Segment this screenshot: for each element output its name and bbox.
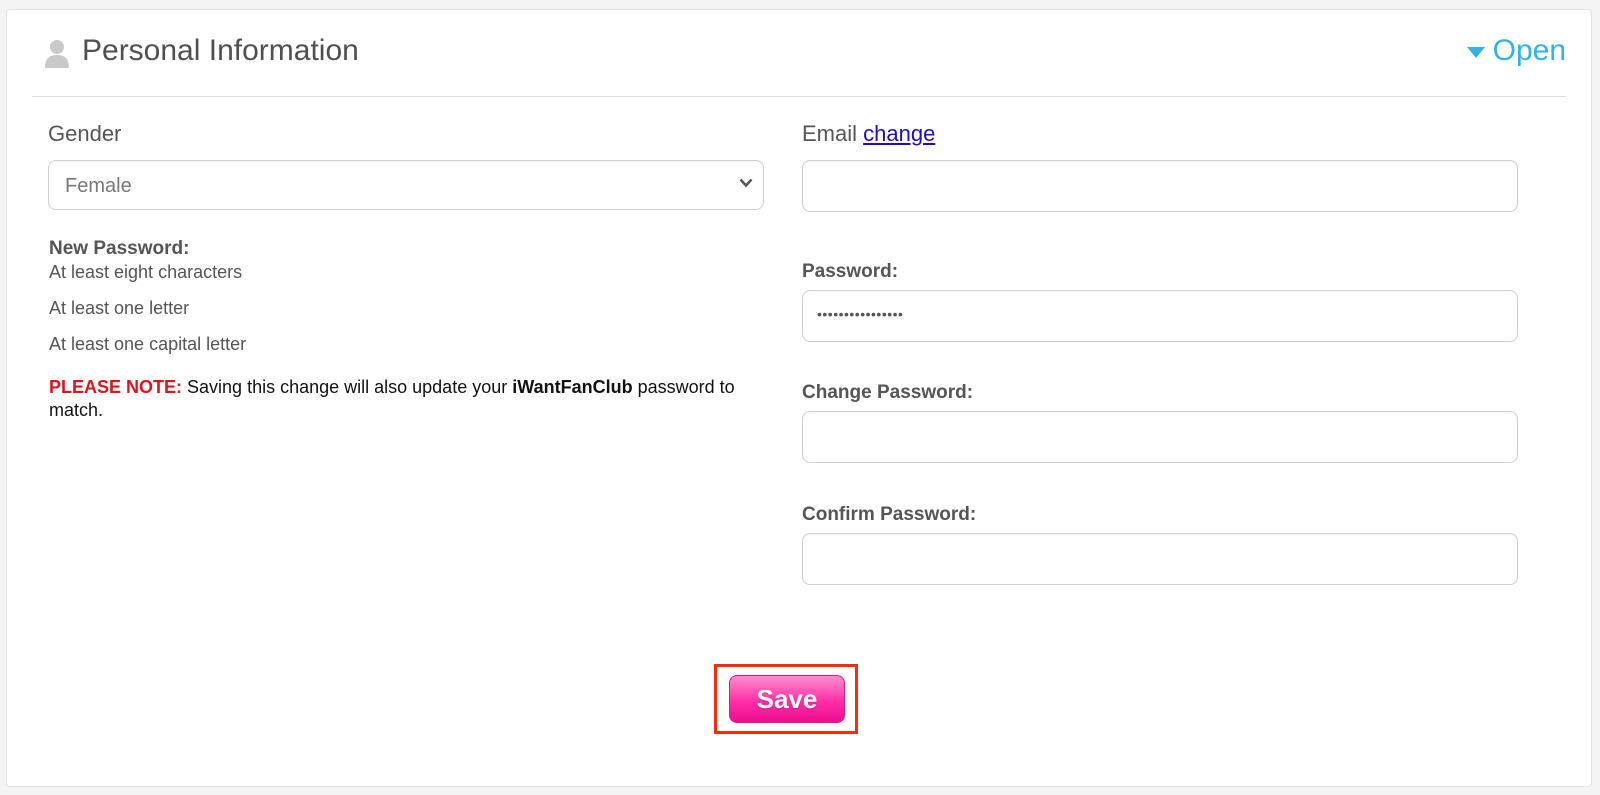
password-field[interactable]: •••••••••••••••• xyxy=(802,290,1518,342)
panel-title: Personal Information xyxy=(82,34,359,67)
password-masked-value: •••••••••••••••• xyxy=(817,306,904,322)
gender-select[interactable]: Female xyxy=(48,160,764,210)
chevron-down-icon xyxy=(739,178,753,188)
gender-selected-value: Female xyxy=(65,175,132,197)
user-icon xyxy=(45,40,69,68)
change-password-label: Change Password: xyxy=(802,382,974,403)
save-highlight-frame: Save xyxy=(714,664,858,734)
email-label: Email xyxy=(802,121,858,146)
confirm-password-label: Confirm Password: xyxy=(802,504,977,525)
change-password-field[interactable] xyxy=(802,411,1518,463)
email-change-link[interactable]: change xyxy=(863,121,935,146)
gender-label: Gender xyxy=(48,121,122,146)
personal-information-panel: Personal Information Open Gender Female … xyxy=(6,9,1592,787)
confirm-password-field[interactable] xyxy=(802,533,1518,585)
please-note-brand: iWantFanClub xyxy=(512,377,633,397)
please-note: PLEASE NOTE: Saving this change will als… xyxy=(49,376,749,422)
open-toggle-label: Open xyxy=(1492,34,1566,67)
open-toggle[interactable]: Open xyxy=(1466,34,1566,68)
password-label: Password: xyxy=(802,261,899,282)
rule-capital-letter: At least one capital letter xyxy=(49,334,247,354)
please-note-text: Saving this change will also update your xyxy=(187,377,508,397)
save-button[interactable]: Save xyxy=(729,675,845,723)
panel-header: Personal Information Open xyxy=(32,10,1566,97)
rule-eight-characters: At least eight characters xyxy=(49,262,243,282)
email-label-row: Email change xyxy=(802,121,935,147)
new-password-title: New Password: xyxy=(49,238,190,259)
rule-one-letter: At least one letter xyxy=(49,298,190,318)
caret-down-icon xyxy=(1466,46,1485,58)
email-field[interactable] xyxy=(802,160,1518,212)
please-note-prefix: PLEASE NOTE: xyxy=(49,377,183,397)
